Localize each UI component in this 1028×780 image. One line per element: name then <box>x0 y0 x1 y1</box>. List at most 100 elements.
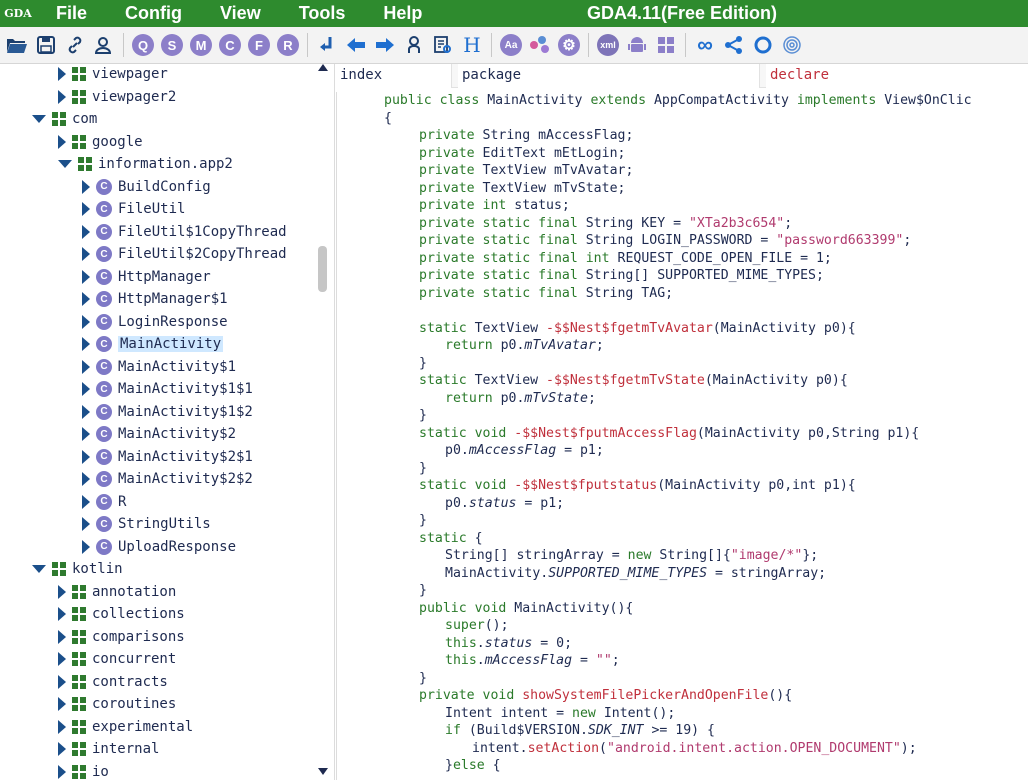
tree-item[interactable]: C UploadResponse <box>82 536 236 558</box>
tree-item[interactable]: C MainActivity$2$1 <box>82 446 253 468</box>
tree-item[interactable]: C MainActivity$2 <box>82 423 236 445</box>
string-button[interactable]: Aa <box>498 32 524 58</box>
search-r-button[interactable]: R <box>275 32 301 58</box>
expand-right-icon[interactable] <box>82 269 90 284</box>
tree-item[interactable]: C MainActivity$1 <box>82 356 236 378</box>
search-m-button[interactable]: M <box>188 32 214 58</box>
network-button[interactable] <box>721 32 747 58</box>
tree-item[interactable]: C MainActivity <box>82 333 224 355</box>
open-folder-button[interactable] <box>4 32 30 58</box>
expand-right-icon[interactable] <box>58 629 66 644</box>
jump-button[interactable] <box>314 32 340 58</box>
expand-down-icon[interactable] <box>32 565 46 573</box>
tree-item[interactable]: coroutines <box>58 693 176 715</box>
tree-scroll-down-arrow[interactable] <box>318 768 328 775</box>
tree-item[interactable]: C MainActivity$1$1 <box>82 378 253 400</box>
tree-item[interactable]: google <box>58 131 143 153</box>
expand-right-icon[interactable] <box>82 449 90 464</box>
tree-scrollbar-thumb[interactable] <box>318 246 327 292</box>
graph-button[interactable] <box>527 32 553 58</box>
tree-item[interactable]: experimental <box>58 716 193 738</box>
tree-item[interactable]: collections <box>58 603 185 625</box>
expand-right-icon[interactable] <box>82 314 90 329</box>
expand-down-icon[interactable] <box>58 160 72 168</box>
expand-right-icon[interactable] <box>58 89 66 104</box>
user-search-button[interactable] <box>91 32 117 58</box>
tree-item[interactable]: io <box>58 761 109 780</box>
infinity-button[interactable]: ∞ <box>692 32 718 58</box>
expand-right-icon[interactable] <box>82 292 90 306</box>
code-view[interactable]: public class MainActivity extends AppCom… <box>336 92 1028 780</box>
tree-item[interactable]: C LoginResponse <box>82 311 228 333</box>
expand-right-icon[interactable] <box>58 697 66 711</box>
expand-right-icon[interactable] <box>82 539 90 554</box>
expand-right-icon[interactable] <box>58 607 66 621</box>
class-tree-panel[interactable]: viewpager viewpager2 com google information.… <box>0 64 335 780</box>
expand-right-icon[interactable] <box>82 337 90 351</box>
settings-button[interactable]: ⚙ <box>556 32 582 58</box>
tree-item[interactable]: C FileUtil$2CopyThread <box>82 243 287 265</box>
tree-item[interactable]: concurrent <box>58 648 176 670</box>
expand-right-icon[interactable] <box>82 224 90 239</box>
expand-right-icon[interactable] <box>82 202 90 216</box>
expand-right-icon[interactable] <box>58 67 66 81</box>
expand-right-icon[interactable] <box>82 427 90 441</box>
tree-item[interactable]: information.app2 <box>58 153 233 175</box>
user-info-button[interactable] <box>401 32 427 58</box>
forward-button[interactable] <box>372 32 398 58</box>
tree-item[interactable]: C StringUtils <box>82 513 211 535</box>
tree-item[interactable]: C HttpManager <box>82 266 211 288</box>
menu-file[interactable]: File <box>36 0 105 27</box>
menu-help[interactable]: Help <box>363 0 440 27</box>
expand-right-icon[interactable] <box>58 742 66 756</box>
search-f-button[interactable]: F <box>246 32 272 58</box>
windows-button[interactable] <box>653 32 679 58</box>
link-button[interactable] <box>62 32 88 58</box>
package-column-header[interactable]: package <box>458 64 760 88</box>
search-c-button[interactable]: C <box>217 32 243 58</box>
expand-right-icon[interactable] <box>58 764 66 779</box>
expand-right-icon[interactable] <box>58 674 66 689</box>
tree-item[interactable]: com <box>32 108 97 130</box>
tree-item[interactable]: C BuildConfig <box>82 176 211 198</box>
android-button[interactable] <box>624 32 650 58</box>
tree-item[interactable]: CR <box>82 491 126 513</box>
search-s-button[interactable]: S <box>159 32 185 58</box>
expand-right-icon[interactable] <box>82 179 90 194</box>
xml-button[interactable]: xml <box>595 32 621 58</box>
expand-right-icon[interactable] <box>58 652 66 666</box>
tree-item[interactable]: viewpager <box>58 64 168 85</box>
expand-right-icon[interactable] <box>82 517 90 531</box>
fingerprint-button[interactable] <box>779 32 805 58</box>
report-button[interactable] <box>430 32 456 58</box>
expand-right-icon[interactable] <box>58 719 66 734</box>
tree-item[interactable]: contracts <box>58 671 168 693</box>
expand-right-icon[interactable] <box>82 247 90 261</box>
menu-config[interactable]: Config <box>105 0 200 27</box>
menu-tools[interactable]: Tools <box>279 0 364 27</box>
tree-item[interactable]: C FileUtil$1CopyThread <box>82 221 287 243</box>
tree-item[interactable]: C HttpManager$1 <box>82 288 228 310</box>
tree-item[interactable]: comparisons <box>58 626 185 648</box>
expand-right-icon[interactable] <box>82 494 90 509</box>
expand-right-icon[interactable] <box>82 404 90 419</box>
expand-right-icon[interactable] <box>82 359 90 374</box>
tree-item[interactable]: C MainActivity$2$2 <box>82 468 253 490</box>
expand-right-icon[interactable] <box>82 472 90 486</box>
tree-item[interactable]: C FileUtil <box>82 198 185 220</box>
expand-right-icon[interactable] <box>58 134 66 149</box>
expand-right-icon[interactable] <box>58 584 66 599</box>
index-column-header[interactable]: index <box>336 64 452 88</box>
tree-item[interactable]: internal <box>58 738 159 760</box>
menu-view[interactable]: View <box>200 0 279 27</box>
tree-item[interactable]: viewpager2 <box>58 86 176 108</box>
hex-button[interactable]: H <box>459 32 485 58</box>
save-button[interactable] <box>33 32 59 58</box>
tree-item[interactable]: C MainActivity$1$2 <box>82 401 253 423</box>
tree-item[interactable]: annotation <box>58 581 176 603</box>
ring-button[interactable] <box>750 32 776 58</box>
expand-right-icon[interactable] <box>82 382 90 396</box>
tree-scroll-up-arrow[interactable] <box>318 64 328 71</box>
expand-down-icon[interactable] <box>32 115 46 123</box>
declare-column-header[interactable]: declare <box>766 64 1028 88</box>
